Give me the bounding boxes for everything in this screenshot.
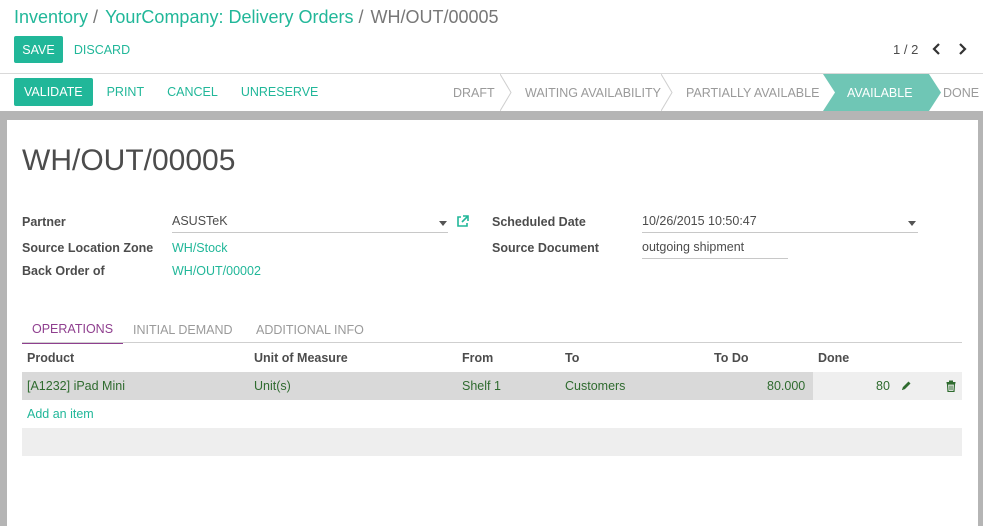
todo-cell: 80.000: [767, 379, 806, 393]
operations-table-header: Product Unit of Measure From To To Do Do…: [22, 345, 962, 371]
discard-button[interactable]: DISCARD: [69, 36, 135, 63]
table-footer: [22, 428, 962, 456]
pager-value: 1 / 2: [893, 41, 919, 57]
column-product[interactable]: Product: [27, 351, 74, 365]
trash-icon[interactable]: [946, 380, 956, 392]
stage-done[interactable]: DONE: [943, 74, 979, 111]
tab-additional-info[interactable]: ADDITIONAL INFO: [256, 316, 364, 343]
record-title: WH/OUT/00005: [22, 144, 236, 177]
cancel-button[interactable]: CANCEL: [154, 78, 231, 106]
product-cell: [A1232] iPad Mini: [27, 379, 125, 393]
save-button[interactable]: SAVE: [14, 36, 63, 63]
tab-operations[interactable]: OPERATIONS: [22, 316, 124, 344]
column-from[interactable]: From: [462, 351, 493, 365]
back-order-link[interactable]: WH/OUT/00002: [172, 264, 261, 278]
stage-waiting-availability[interactable]: WAITING AVAILABILITY: [525, 74, 661, 111]
add-item-link[interactable]: Add an item: [27, 407, 94, 421]
column-unit-of-measure[interactable]: Unit of Measure: [254, 351, 348, 365]
done-edit-area: 80: [813, 372, 962, 400]
stage-available[interactable]: AVAILABLE: [823, 74, 929, 111]
breadcrumb: Inventory / YourCompany: Delivery Orders / W…: [14, 7, 499, 28]
pager: 1 / 2: [893, 40, 975, 58]
breadcrumb-inventory[interactable]: Inventory: [14, 7, 88, 27]
source-document-field[interactable]: outgoing shipment: [642, 239, 788, 259]
done-cell[interactable]: 80: [876, 379, 890, 393]
scheduled-date-label: Scheduled Date: [492, 215, 586, 229]
uom-cell: Unit(s): [254, 379, 291, 393]
previous-record-button[interactable]: [923, 40, 949, 58]
control-panel: Inventory / YourCompany: Delivery Orders / W…: [0, 0, 983, 74]
partner-field[interactable]: ASUSTeK: [172, 213, 448, 233]
pencil-icon[interactable]: [900, 380, 912, 392]
source-document-label: Source Document: [492, 241, 599, 255]
scheduled-date-field[interactable]: 10/26/2015 10:50:47: [642, 213, 918, 233]
partner-label: Partner: [22, 215, 66, 229]
column-to[interactable]: To: [565, 351, 579, 365]
breadcrumb-separator: /: [93, 7, 99, 27]
breadcrumb-delivery-orders[interactable]: YourCompany: Delivery Orders: [105, 7, 353, 27]
source-location-label: Source Location Zone: [22, 241, 154, 255]
stage-separator: [661, 74, 673, 111]
partner-value: ASUSTeK: [172, 214, 228, 228]
stage-arrow-out: [929, 74, 941, 111]
column-done[interactable]: Done: [818, 351, 849, 365]
chevron-left-icon: [931, 43, 940, 55]
action-buttons: VALIDATE PRINT CANCEL UNRESERVE: [14, 78, 328, 106]
tab-initial-demand[interactable]: INITIAL DEMAND: [133, 316, 233, 343]
print-button[interactable]: PRINT: [97, 78, 155, 106]
validate-button[interactable]: VALIDATE: [14, 78, 93, 106]
chevron-right-icon: [958, 43, 967, 55]
stage-draft[interactable]: DRAFT: [453, 74, 495, 111]
from-cell: Shelf 1: [462, 379, 501, 393]
tabs-divider: [22, 342, 962, 343]
table-row[interactable]: [A1232] iPad Mini Unit(s) Shelf 1 Custom…: [22, 372, 962, 400]
to-cell: Customers: [565, 379, 626, 393]
breadcrumb-separator: /: [358, 7, 364, 27]
column-to-do[interactable]: To Do: [714, 351, 748, 365]
date-dropdown-icon[interactable]: [908, 221, 916, 226]
stage-arrow-in: [823, 74, 835, 111]
back-order-label: Back Order of: [22, 264, 105, 278]
next-record-button[interactable]: [949, 40, 975, 58]
source-location-link[interactable]: WH/Stock: [172, 241, 228, 255]
source-document-value: outgoing shipment: [642, 240, 745, 254]
external-link-icon[interactable]: [456, 215, 469, 228]
breadcrumb-current: WH/OUT/00005: [370, 7, 499, 27]
status-bar: VALIDATE PRINT CANCEL UNRESERVE DRAFT WA…: [0, 74, 983, 111]
partner-dropdown-icon[interactable]: [439, 221, 447, 226]
stage-separator: [500, 74, 512, 111]
scheduled-date-value: 10/26/2015 10:50:47: [642, 214, 757, 228]
stage-partially-available[interactable]: PARTIALLY AVAILABLE: [686, 74, 819, 111]
unreserve-button[interactable]: UNRESERVE: [231, 78, 329, 106]
